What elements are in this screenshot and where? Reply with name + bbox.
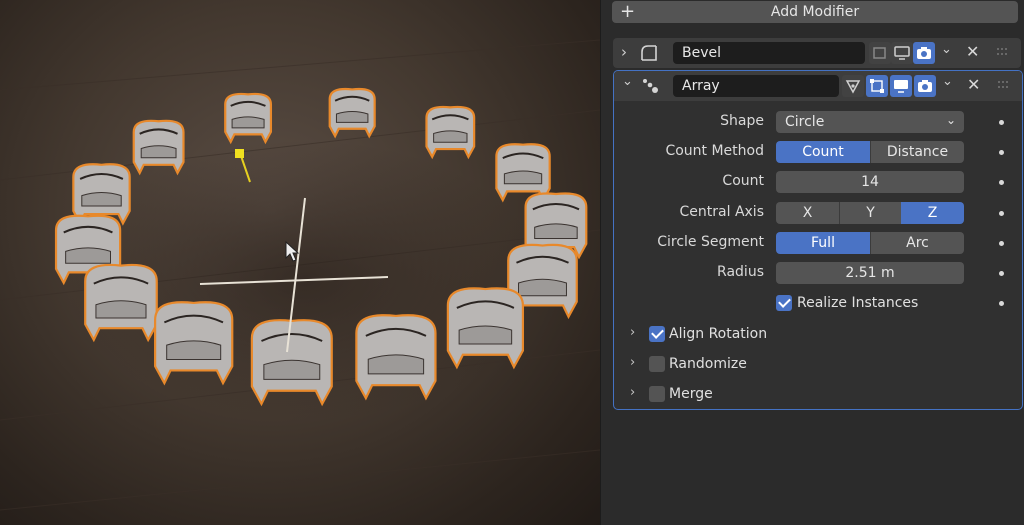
chevron-right-icon[interactable]: › — [630, 385, 635, 400]
camera-icon — [918, 80, 932, 92]
array-name-field[interactable]: Array — [673, 75, 839, 97]
central-axis-z-option[interactable]: Z — [901, 202, 964, 224]
chair-instance[interactable] — [425, 105, 476, 160]
chair-instance[interactable] — [328, 87, 376, 139]
realize-instances-checkbox[interactable] — [776, 295, 792, 311]
chair-instance[interactable] — [84, 263, 158, 343]
radius-label: Radius — [717, 264, 764, 280]
close-icon[interactable]: ✕ — [967, 75, 980, 94]
chevron-down-icon: ⌄ — [945, 113, 956, 127]
keyframe-dot-icon[interactable] — [999, 180, 1004, 185]
render-toggle[interactable] — [913, 42, 935, 64]
chair-instance[interactable] — [132, 119, 185, 176]
chevron-down-icon[interactable]: ⌄ — [941, 42, 952, 57]
3d-viewport[interactable] — [0, 0, 600, 525]
realize-instances-label: Realize Instances — [797, 295, 919, 311]
chair-instance[interactable] — [224, 92, 273, 145]
central-axis-y-option[interactable]: Y — [839, 202, 901, 224]
chair-instance[interactable] — [355, 314, 437, 401]
circle-segment-label: Circle Segment — [657, 234, 764, 250]
triangle-vertex-icon — [845, 80, 861, 94]
chevron-right-icon[interactable]: › — [630, 325, 635, 340]
align-rotation-checkbox[interactable] — [649, 326, 665, 342]
count-label: Count — [722, 173, 764, 189]
viewport-toggle[interactable] — [890, 75, 912, 97]
edit-mode-icon — [873, 47, 886, 59]
drag-handle-icon[interactable] — [997, 48, 1011, 58]
edit-mode-toggle[interactable] — [866, 75, 888, 97]
circle-segment-arc-option[interactable]: Arc — [870, 232, 964, 254]
array-modifier-header[interactable]: ⌄ Array ⌄ ✕ — [614, 71, 1022, 101]
chevron-down-icon[interactable]: ⌄ — [942, 74, 953, 89]
chevron-right-icon[interactable]: › — [621, 43, 627, 61]
object-origin-icon — [235, 149, 244, 158]
central-axis-label: Central Axis — [679, 204, 764, 220]
edit-mode-icon — [870, 79, 884, 93]
keyframe-dot-icon[interactable] — [999, 150, 1004, 155]
keyframe-dot-icon[interactable] — [999, 301, 1004, 306]
keyframe-dot-icon[interactable] — [999, 271, 1004, 276]
viewport-toggle[interactable] — [891, 42, 913, 64]
add-modifier-label: Add Modifier — [770, 4, 860, 20]
array-modifier-icon — [643, 79, 658, 93]
circle-segment-full-option[interactable]: Full — [776, 232, 870, 254]
chair-instance[interactable] — [446, 287, 525, 370]
keyframe-dot-icon[interactable] — [999, 241, 1004, 246]
central-axis-x-option[interactable]: X — [776, 202, 839, 224]
randomize-label[interactable]: Randomize — [669, 356, 747, 372]
merge-label[interactable]: Merge — [669, 386, 713, 402]
count-field[interactable]: 14 — [776, 171, 964, 193]
viewport-scene — [0, 39, 600, 511]
bevel-modifier-icon — [641, 45, 657, 61]
bevel-name-field[interactable]: Bevel — [673, 42, 865, 64]
align-rotation-label[interactable]: Align Rotation — [669, 326, 767, 342]
count-method-distance-option[interactable]: Distance — [870, 141, 964, 163]
shape-value: Circle — [785, 114, 825, 130]
chevron-down-icon[interactable]: ⌄ — [622, 74, 633, 89]
keyframe-dot-icon[interactable] — [999, 120, 1004, 125]
shape-label: Shape — [720, 113, 764, 129]
close-icon[interactable]: ✕ — [966, 42, 979, 61]
keyframe-dot-icon[interactable] — [999, 211, 1004, 216]
modifier-properties-panel: + Add Modifier › Bevel ⌄ ✕ ⌄ Array ⌄ ✕ S… — [600, 0, 1024, 525]
randomize-checkbox[interactable] — [649, 356, 665, 372]
array-modifier-panel: ⌄ Array ⌄ ✕ Shape Circle ⌄ Count Method … — [613, 70, 1023, 410]
camera-icon — [917, 47, 931, 59]
chair-instance[interactable] — [154, 301, 234, 386]
merge-checkbox[interactable] — [649, 386, 665, 402]
chair-instance[interactable] — [495, 143, 551, 203]
on-cage-toggle[interactable] — [842, 75, 864, 97]
edit-mode-toggle[interactable] — [869, 42, 891, 64]
monitor-icon — [894, 46, 910, 60]
drag-handle-icon[interactable] — [998, 81, 1012, 91]
add-modifier-button[interactable]: + Add Modifier — [612, 1, 1018, 23]
count-method-label: Count Method — [665, 143, 764, 159]
monitor-icon — [894, 80, 908, 93]
chair-instance[interactable] — [250, 319, 333, 407]
count-method-count-option[interactable]: Count — [776, 141, 870, 163]
shape-dropdown[interactable]: Circle ⌄ — [776, 111, 964, 133]
radius-field[interactable]: 2.51 m — [776, 262, 964, 284]
bevel-modifier-header[interactable]: › Bevel ⌄ ✕ — [613, 38, 1021, 68]
chair-instance[interactable] — [72, 163, 131, 226]
chevron-right-icon[interactable]: › — [630, 355, 635, 370]
render-toggle[interactable] — [914, 75, 936, 97]
